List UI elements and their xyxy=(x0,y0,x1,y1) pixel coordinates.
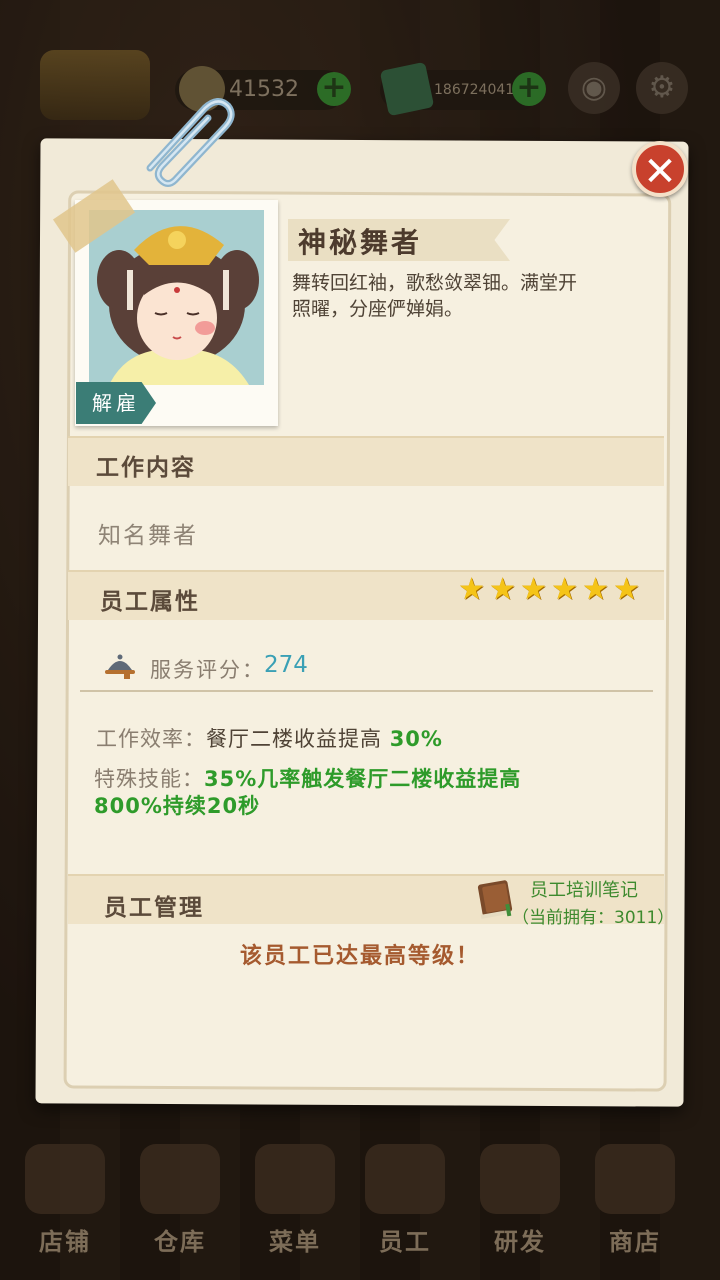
add-cash-button[interactable]: + xyxy=(512,72,546,106)
nav-label: 店铺 xyxy=(39,1228,91,1256)
cash-value: 186724041 xyxy=(434,82,515,98)
store-icon xyxy=(595,1144,675,1214)
menu-icon xyxy=(255,1144,335,1214)
camera-icon[interactable]: ◉ xyxy=(568,62,620,114)
employee-description: 舞转回红袖，歌愁敛翠钿。满堂开照曜，分座俨婵娟。 xyxy=(292,272,578,320)
nav-label: 商店 xyxy=(609,1228,661,1256)
bottom-nav: 店铺 仓库 菜单 员工 研发 商店 xyxy=(0,1130,720,1280)
training-notes-count: （当前拥有：3011） xyxy=(512,908,675,928)
efficiency-value: 30% xyxy=(389,727,443,751)
dancer-avatar xyxy=(89,210,264,385)
research-icon xyxy=(480,1144,560,1214)
staff-icon xyxy=(365,1144,445,1214)
top-bar: 41532 + 186724041 + ◉ ⚙ xyxy=(0,40,720,130)
star-icon: ★ xyxy=(551,572,578,607)
shop-icon xyxy=(25,1144,105,1214)
star-icon: ★ xyxy=(582,572,609,607)
nav-staff[interactable]: 员工 xyxy=(350,1130,460,1280)
service-score-value: 274 xyxy=(264,652,308,678)
star-icon: ★ xyxy=(489,572,516,607)
warehouse-icon xyxy=(140,1144,220,1214)
star-rating: ★ ★ ★ ★ ★ ★ xyxy=(458,572,644,607)
max-level-message: 该员工已达最高等级！ xyxy=(239,944,480,969)
training-notes-label: 员工培训笔记 xyxy=(530,880,638,901)
skill-label: 特殊技能： xyxy=(94,767,204,791)
star-icon: ★ xyxy=(458,572,485,607)
attributes-title: 员工属性 xyxy=(100,589,200,615)
work-efficiency: 工作效率：餐厅二楼收益提高 30% xyxy=(96,723,443,753)
paperclip-icon xyxy=(146,98,235,187)
nav-shop[interactable]: 店铺 xyxy=(10,1130,120,1280)
nav-label: 员工 xyxy=(379,1228,431,1256)
special-skill: 特殊技能：35%几率触发餐厅二楼收益提高800%持续20秒 xyxy=(94,766,564,820)
divider xyxy=(80,690,653,692)
service-score-label: 服务评分： xyxy=(150,658,265,682)
employee-name: 神秘舞者 xyxy=(298,226,423,259)
dismiss-button[interactable]: 解雇 xyxy=(76,382,156,424)
service-cloche-icon xyxy=(105,654,135,679)
cash-display: 186724041 + xyxy=(379,61,546,117)
nav-warehouse[interactable]: 仓库 xyxy=(125,1130,235,1280)
efficiency-label: 工作效率： xyxy=(96,727,206,751)
gear-icon[interactable]: ⚙ xyxy=(636,62,688,114)
star-icon: ★ xyxy=(613,572,640,607)
star-icon: ★ xyxy=(520,572,547,607)
efficiency-text: 餐厅二楼收益提高 xyxy=(206,727,390,751)
add-coins-button[interactable]: + xyxy=(317,72,351,106)
nav-research[interactable]: 研发 xyxy=(465,1130,575,1280)
nav-store[interactable]: 商店 xyxy=(580,1130,690,1280)
nav-label: 仓库 xyxy=(154,1228,206,1256)
job-title: 知名舞者 xyxy=(98,523,198,549)
management-title: 员工管理 xyxy=(104,895,204,921)
work-content-title: 工作内容 xyxy=(96,455,196,481)
nav-label: 研发 xyxy=(494,1228,546,1256)
cash-icon xyxy=(379,61,435,117)
nav-menu[interactable]: 菜单 xyxy=(240,1130,350,1280)
close-button[interactable]: ✕ xyxy=(632,141,688,197)
nav-label: 菜单 xyxy=(269,1228,321,1256)
